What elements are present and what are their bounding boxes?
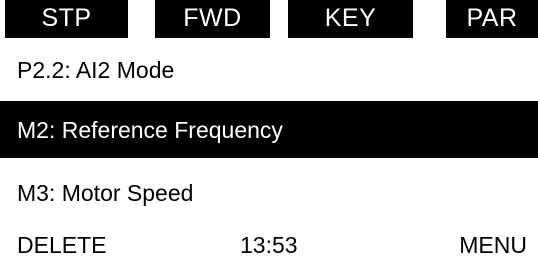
menu-item-ai2-mode[interactable]: P2.2: AI2 Mode (0, 40, 538, 96)
menu-item-reference-frequency[interactable]: M2: Reference Frequency (0, 101, 538, 158)
menu-item-motor-speed[interactable]: M3: Motor Speed (0, 162, 538, 220)
status-stop-indicator: STP (5, 0, 128, 38)
status-bar: STP FWD KEY PAR (0, 0, 538, 38)
delete-softkey[interactable]: DELETE (17, 222, 106, 268)
keypad-display: STP FWD KEY PAR P2.2: AI2 Mode M2: Refer… (0, 0, 538, 268)
status-forward-indicator: FWD (155, 0, 270, 38)
status-parameter-indicator: PAR (446, 0, 538, 38)
menu-softkey[interactable]: MENU (459, 222, 527, 268)
status-keypad-indicator: KEY (288, 0, 413, 38)
clock: 13:53 (240, 232, 298, 258)
softkey-bar: DELETE 13:53 MENU (0, 222, 538, 268)
